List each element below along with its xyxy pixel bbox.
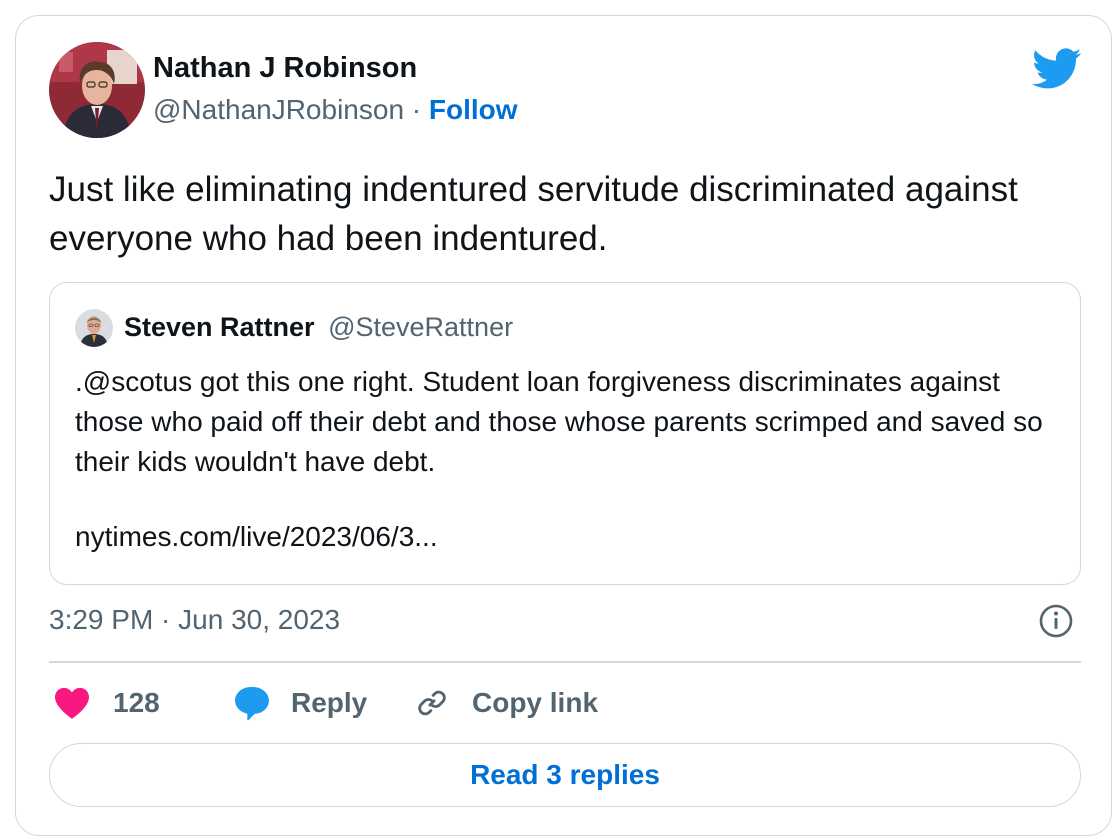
quoted-author-avatar <box>75 309 113 347</box>
copy-link-button[interactable]: Copy link <box>415 678 598 728</box>
read-replies-label: Read 3 replies <box>470 759 660 790</box>
quoted-author-handle: @SteveRattner <box>328 312 514 342</box>
speech-bubble-icon <box>233 685 271 721</box>
quoted-tweet-link[interactable]: nytimes.com/live/2023/06/3... <box>75 521 438 553</box>
author-avatar[interactable] <box>49 42 145 138</box>
tweet-text: Just like eliminating indentured servitu… <box>49 170 1018 258</box>
twitter-bird-icon[interactable] <box>1032 48 1082 90</box>
follow-button[interactable]: Follow <box>429 94 518 125</box>
reply-label: Reply <box>291 687 368 718</box>
handle-separator: · <box>411 94 422 125</box>
author-name[interactable]: Nathan J Robinson <box>153 52 417 85</box>
quoted-tweet-text: .@scotus got this one right. Student loa… <box>75 366 1043 477</box>
divider <box>49 661 1081 663</box>
author-handle-row: @NathanJRobinson · Follow <box>153 94 518 126</box>
info-icon[interactable] <box>1038 603 1074 639</box>
reply-button[interactable]: Reply <box>233 678 367 728</box>
copy-link-label: Copy link <box>472 687 599 718</box>
heart-icon <box>53 686 91 720</box>
read-replies-button[interactable]: Read 3 replies <box>49 743 1081 807</box>
like-button[interactable]: 128 <box>53 678 160 728</box>
quoted-author: Steven Rattner @SteveRattner <box>124 312 513 343</box>
author-handle[interactable]: @NathanJRobinson <box>153 94 404 125</box>
tweet-timestamp[interactable]: 3:29 PM · Jun 30, 2023 <box>49 604 340 636</box>
link-icon <box>415 686 449 720</box>
quoted-tweet[interactable]: Steven Rattner @SteveRattner .@scotus go… <box>49 282 1081 585</box>
quoted-author-name: Steven Rattner <box>124 312 315 342</box>
like-count: 128 <box>113 687 160 718</box>
tweet-card: Nathan J Robinson @NathanJRobinson · Fol… <box>15 15 1112 836</box>
action-bar: 128 Reply Copy link <box>49 678 1081 728</box>
